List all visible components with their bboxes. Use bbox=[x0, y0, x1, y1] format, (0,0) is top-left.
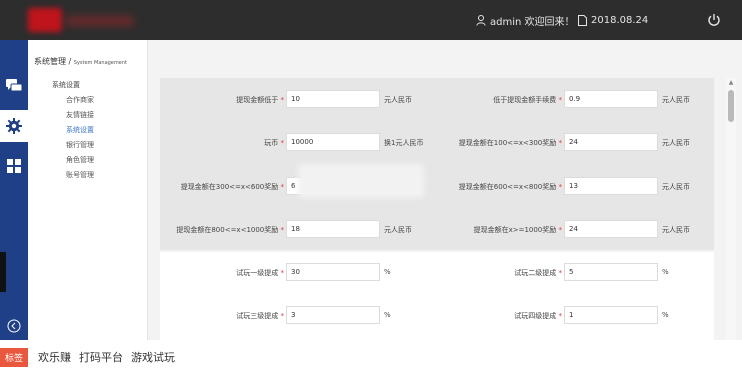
field-label: 试玩一级提成 * bbox=[236, 269, 284, 277]
tag-row: 标签 欢乐赚 打码平台 游戏试玩 bbox=[0, 346, 183, 368]
logo bbox=[28, 8, 138, 32]
top-bar: admin 欢迎回来！ 2018.08.24 bbox=[0, 0, 742, 40]
logo-mark bbox=[28, 8, 62, 32]
field-label: 提现金额在x>=1000奖励 * bbox=[473, 226, 562, 234]
field-label: 试玩三级提成 * bbox=[236, 312, 284, 320]
sidebar-item-roles[interactable]: 角色管理 bbox=[66, 155, 94, 165]
sidebar-title-separator: / bbox=[66, 57, 74, 66]
rail-collapse-button[interactable] bbox=[0, 310, 28, 342]
user-icon bbox=[476, 14, 486, 26]
rail-settings-button[interactable] bbox=[0, 110, 28, 142]
power-icon bbox=[708, 14, 720, 26]
field-unit: 换1元人民币 bbox=[384, 139, 424, 147]
field-unit: 元人民币 bbox=[384, 96, 412, 104]
sidebar-item-bank[interactable]: 银行管理 bbox=[66, 140, 94, 150]
field-label: 提现金额在800<=x<1000奖励 * bbox=[176, 226, 284, 234]
field-unit: % bbox=[384, 268, 391, 276]
tag-badge: 标签 bbox=[0, 347, 29, 367]
reward-600-800-input[interactable] bbox=[564, 177, 658, 195]
field-label: 玩币 * bbox=[264, 139, 284, 147]
scroll-up-arrow-icon[interactable]: ▲ bbox=[727, 80, 735, 86]
sidebar-group-label: 系统设置 bbox=[52, 81, 80, 89]
field-unit: % bbox=[384, 311, 391, 319]
trial-level3-input[interactable] bbox=[286, 306, 380, 324]
icon-rail bbox=[0, 40, 28, 340]
logout-button[interactable] bbox=[702, 8, 726, 32]
scrollbar-thumb[interactable] bbox=[728, 90, 734, 122]
field-label: 提现金额在600<=x<800奖励 * bbox=[458, 183, 562, 191]
field-label: 提现金额低于 * bbox=[236, 96, 284, 104]
field-unit: % bbox=[662, 268, 669, 276]
grid-icon bbox=[7, 159, 21, 173]
field-label: 提现金额在300<=x<600奖励 * bbox=[180, 183, 284, 191]
field-unit: 元人民币 bbox=[662, 226, 690, 234]
field-unit: 元人民币 bbox=[384, 226, 412, 234]
sidebar-title-zh: 系统管理 bbox=[34, 57, 66, 66]
sidebar-item-accounts[interactable]: 账号管理 bbox=[66, 170, 94, 180]
rail-chat-button[interactable] bbox=[0, 70, 28, 102]
date-display: 2018.08.24 bbox=[578, 12, 648, 28]
sidebar-title: 系统管理 / System Management bbox=[34, 56, 127, 67]
tag-link[interactable]: 游戏试玩 bbox=[131, 349, 175, 365]
sidebar-item-links[interactable]: 友情链接 bbox=[66, 110, 94, 120]
min-withdraw-input[interactable] bbox=[286, 90, 380, 108]
withdraw-fee-input[interactable] bbox=[564, 90, 658, 108]
date-text: 2018.08.24 bbox=[591, 14, 649, 26]
coin-rate-input[interactable] bbox=[286, 133, 380, 151]
sidebar-item-system-settings[interactable]: 系统设置 bbox=[66, 125, 94, 135]
trial-level4-input[interactable] bbox=[564, 306, 658, 324]
rail-apps-button[interactable] bbox=[0, 150, 28, 182]
reward-1000-plus-input[interactable] bbox=[564, 220, 658, 238]
field-unit: 元人民币 bbox=[662, 183, 690, 191]
field-unit: 元人民币 bbox=[662, 96, 690, 104]
field-unit: 元人民币 bbox=[662, 139, 690, 147]
field-unit: % bbox=[662, 311, 669, 319]
main-content: 提现金额低于 * 元人民币 低于提现金额手续费 * 元人民币 玩币 * 换1元人… bbox=[148, 40, 742, 340]
watermark-blur bbox=[298, 164, 424, 198]
user-greeting[interactable]: admin 欢迎回来！ bbox=[476, 12, 575, 28]
reward-800-1000-input[interactable] bbox=[286, 220, 380, 238]
field-label: 低于提现金额手续费 * bbox=[493, 96, 562, 104]
trial-level1-input[interactable] bbox=[286, 263, 380, 281]
logo-text-blurred bbox=[66, 16, 134, 26]
chat-icon bbox=[6, 79, 22, 92]
field-label: 提现金额在100<=x<300奖励 * bbox=[458, 139, 562, 147]
trial-level2-input[interactable] bbox=[564, 263, 658, 281]
tag-link[interactable]: 欢乐赚 bbox=[38, 349, 71, 365]
field-label: 试玩四级提成 * bbox=[514, 312, 562, 320]
sidebar: 系统管理 / System Management 系统设置 合作商家 友情链接 … bbox=[28, 40, 148, 340]
document-icon bbox=[578, 14, 587, 26]
screen: admin 欢迎回来！ 2018.08.24 系统管理 / System Man… bbox=[0, 0, 742, 373]
back-arrow-icon bbox=[7, 319, 21, 333]
tag-link[interactable]: 打码平台 bbox=[79, 349, 123, 365]
greeting-text: admin 欢迎回来！ bbox=[490, 16, 575, 28]
field-label: 试玩二级提成 * bbox=[514, 269, 562, 277]
sidebar-title-en: System Management bbox=[73, 60, 127, 66]
gear-icon bbox=[6, 118, 22, 134]
rail-divider bbox=[0, 252, 6, 292]
sidebar-item-partners[interactable]: 合作商家 bbox=[66, 95, 94, 105]
reward-100-300-input[interactable] bbox=[564, 133, 658, 151]
